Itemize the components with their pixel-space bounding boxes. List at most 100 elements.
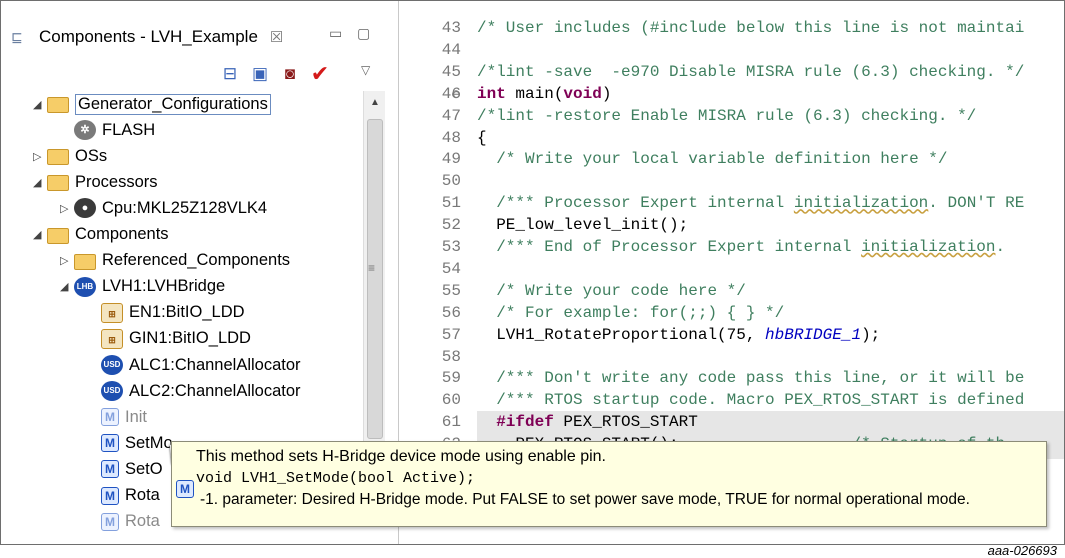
generate-code-icon[interactable]: ◙ — [279, 63, 301, 85]
bitio-icon: ⊞ — [101, 328, 123, 349]
tree-item-label: Rota — [125, 486, 160, 504]
close-icon[interactable]: ☒ — [270, 28, 283, 46]
channel-allocator-icon: USD — [101, 381, 123, 402]
expanded-twisty-icon[interactable]: ◢ — [33, 98, 47, 111]
tree-item-label: Generator_Configurations — [75, 93, 271, 115]
tooltip-description: This method sets H-Bridge device mode us… — [196, 448, 606, 465]
tree-item-label: ALC2:ChannelAllocator — [129, 381, 301, 400]
code-line: /*** RTOS startup code. Macro PEX_RTOS_S… — [477, 391, 1025, 410]
code-line: LVH1_RotateProportional(75, hbBRIDGE_1); — [477, 325, 881, 344]
line-number: 53 — [441, 238, 461, 256]
code-line: { — [477, 128, 487, 147]
line-number: 61 — [441, 413, 461, 432]
expanded-twisty-icon[interactable]: ◢ — [33, 228, 47, 241]
line-number: 47 — [441, 106, 461, 125]
tree-item[interactable]: ▷ Referenced_Components — [60, 248, 290, 274]
minimize-icon[interactable]: ▭ — [329, 25, 342, 42]
channel-allocator-icon: USD — [101, 355, 123, 375]
tree-scrollbar[interactable]: ▲ ≡ — [363, 91, 385, 451]
line-number: 45 — [441, 62, 461, 81]
tree-item[interactable]: ◢ Processors — [33, 169, 158, 195]
code-line: /* Write your code here */ — [477, 281, 746, 300]
line-number: 50 — [441, 172, 461, 191]
code-line: /*** End of Processor Expert internal in… — [477, 238, 1006, 256]
tree-item-label: FLASH — [102, 120, 156, 139]
code-line: int main(void) — [477, 84, 612, 103]
tree-item[interactable]: M SetO — [87, 456, 163, 482]
collapse-all-icon[interactable]: ⊟ — [219, 63, 241, 85]
code-line: PE_low_level_init(); — [477, 216, 689, 235]
code-line: /*** Processor Expert internal initializ… — [477, 194, 1025, 213]
tree-item[interactable]: ◢ Components — [33, 222, 169, 248]
line-number: 44 — [441, 40, 461, 59]
verify-check-icon[interactable]: ✔ — [309, 63, 331, 85]
tree-item[interactable]: ▷ OSs — [33, 143, 107, 169]
tree-item[interactable]: ▷ ● Cpu:MKL25Z128VLK4 — [60, 195, 267, 221]
tree-item-label: Cpu:MKL25Z128VLK4 — [102, 198, 268, 217]
method-icon: M — [101, 408, 119, 427]
method-tooltip: M This method sets H-Bridge device mode … — [171, 441, 1047, 527]
method-icon: M — [176, 480, 194, 498]
folder-icon — [47, 227, 69, 244]
tree-item-label: SetO — [125, 459, 163, 478]
method-icon: M — [101, 434, 119, 453]
line-number: 51 — [441, 194, 461, 213]
view-tab[interactable]: ⊑ Components - LVH_Example ☒ — [11, 19, 283, 55]
code-line: /*lint -save -e970 Disable MISRA rule (6… — [477, 62, 1025, 81]
folder-icon — [47, 149, 69, 166]
tree-item[interactable]: USD ALC1:ChannelAllocator — [87, 352, 301, 378]
window-frame: ⊑ Components - LVH_Example ☒ ▭ ▢ ⊟ ▣ ◙ ✔… — [0, 0, 1065, 545]
maximize-icon[interactable]: ▢ — [357, 25, 370, 42]
line-number: 43 — [441, 19, 461, 37]
code-line: /*** Don't write any code pass this line… — [477, 369, 1025, 388]
line-number: 48 — [441, 128, 461, 147]
tree-item[interactable]: ✲ FLASH — [60, 117, 155, 143]
method-icon: M — [101, 512, 119, 531]
tree-item[interactable]: M Rota — [87, 509, 160, 535]
view-menu-icon[interactable]: ▽ — [361, 63, 370, 77]
line-number: 52 — [441, 216, 461, 235]
tooltip-signature: void LVH1_SetMode(bool Active); — [196, 470, 476, 487]
components-view-icon: ⊑ — [11, 29, 23, 45]
scrollbar-thumb[interactable] — [367, 119, 383, 439]
tree-item[interactable]: ⊞ GIN1:BitIO_LDD — [87, 326, 251, 352]
view-toolbar: ⊟ ▣ ◙ ✔ — [219, 63, 331, 85]
line-number: 49 — [441, 150, 461, 169]
tree-item[interactable]: M SetMo — [87, 430, 173, 456]
tree-item[interactable]: ⊞ EN1:BitIO_LDD — [87, 300, 245, 326]
folder-icon — [74, 253, 96, 270]
tree-item[interactable]: M Rota — [87, 483, 160, 509]
component-icon: LHB — [74, 276, 96, 297]
tree-item-label: Rota — [125, 512, 160, 531]
tree-item[interactable]: ◢ Generator_Configurations — [33, 91, 271, 117]
cpu-icon: ● — [74, 198, 96, 219]
expanded-twisty-icon[interactable]: ◢ — [33, 176, 47, 189]
code-line: /* Write your local variable definition … — [477, 150, 948, 169]
code-line: /*lint -restore Enable MISRA rule (6.3) … — [477, 106, 977, 125]
tree-item-label: GIN1:BitIO_LDD — [129, 329, 251, 348]
expanded-twisty-icon[interactable]: ◢ — [60, 280, 74, 293]
new-folder-icon[interactable]: ▣ — [249, 63, 271, 85]
collapsed-twisty-icon[interactable]: ▷ — [60, 202, 74, 215]
scroll-up-arrow-icon[interactable]: ▲ — [370, 97, 380, 108]
bitio-icon: ⊞ — [101, 302, 123, 323]
collapsed-twisty-icon[interactable]: ▷ — [60, 254, 74, 267]
gear-icon: ✲ — [74, 120, 96, 141]
scrollbar-grip-icon: ≡ — [368, 261, 376, 275]
tree-item-label: Referenced_Components — [102, 251, 291, 270]
figure-id: aaa-026693 — [987, 543, 1057, 558]
view-title: Components - LVH_Example — [39, 27, 258, 46]
tree-item[interactable]: USD ALC2:ChannelAllocator — [87, 378, 301, 404]
tree-item-label: LVH1:LVHBridge — [102, 277, 226, 296]
line-number: 60 — [441, 391, 461, 410]
tree-item-label: Init — [125, 407, 148, 426]
tree-item[interactable]: ◢ LHB LVH1:LVHBridge — [60, 274, 225, 300]
fold-collapse-icon[interactable]: ⊖ — [451, 87, 461, 101]
collapsed-twisty-icon[interactable]: ▷ — [33, 150, 47, 163]
method-icon: M — [101, 460, 119, 479]
folder-icon — [47, 175, 69, 192]
tooltip-parameter: -1. parameter: Desired H-Bridge mode. Pu… — [200, 491, 970, 508]
tree-item[interactable]: M Init — [87, 404, 147, 430]
line-number: 54 — [441, 259, 461, 278]
code-line: /* User includes (#include below this li… — [477, 19, 1025, 37]
